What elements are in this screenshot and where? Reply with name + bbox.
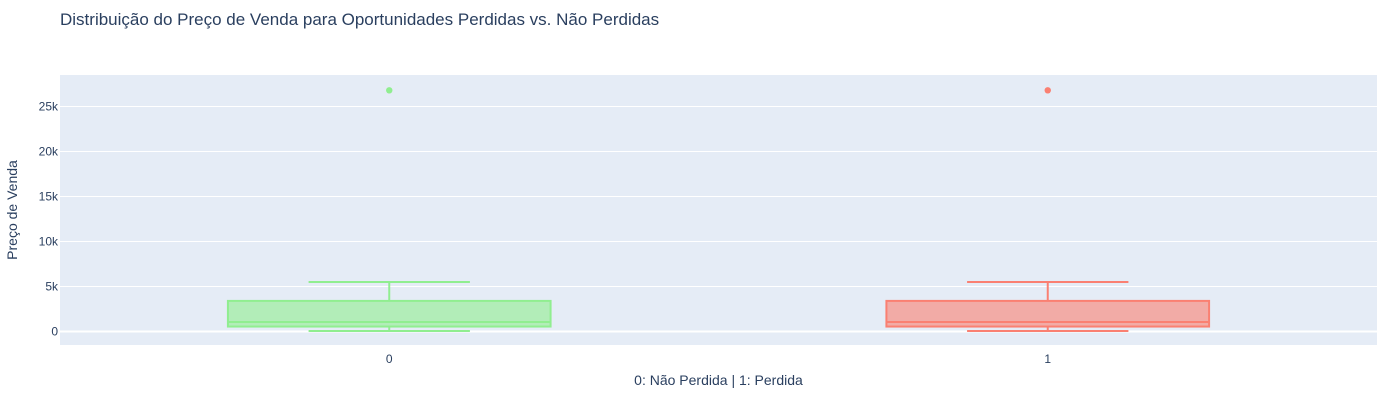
y-tick-label: 5k [45,280,59,294]
y-tick-label: 0 [51,325,58,339]
x-tick-labels: 01 [386,352,1052,366]
x-axis-label: 0: Não Perdida | 1: Perdida [634,372,803,388]
y-tick-label: 20k [39,145,59,159]
y-tick-label: 15k [39,190,59,204]
x-tick-label: 1 [1044,352,1051,366]
y-axis-label: Preço de Venda [4,160,20,260]
y-tick-label: 25k [39,100,59,114]
outlier-point [1044,87,1051,94]
y-tick-labels: 0 5k 10k 15k 20k 25k [39,100,59,339]
outlier-point [386,87,393,94]
chart-title: Distribuição do Preço de Venda para Opor… [60,10,659,29]
x-tick-label: 0 [386,352,393,366]
box-plot-chart: Distribuição do Preço de Venda para Opor… [4,10,1377,388]
y-tick-label: 10k [39,235,59,249]
